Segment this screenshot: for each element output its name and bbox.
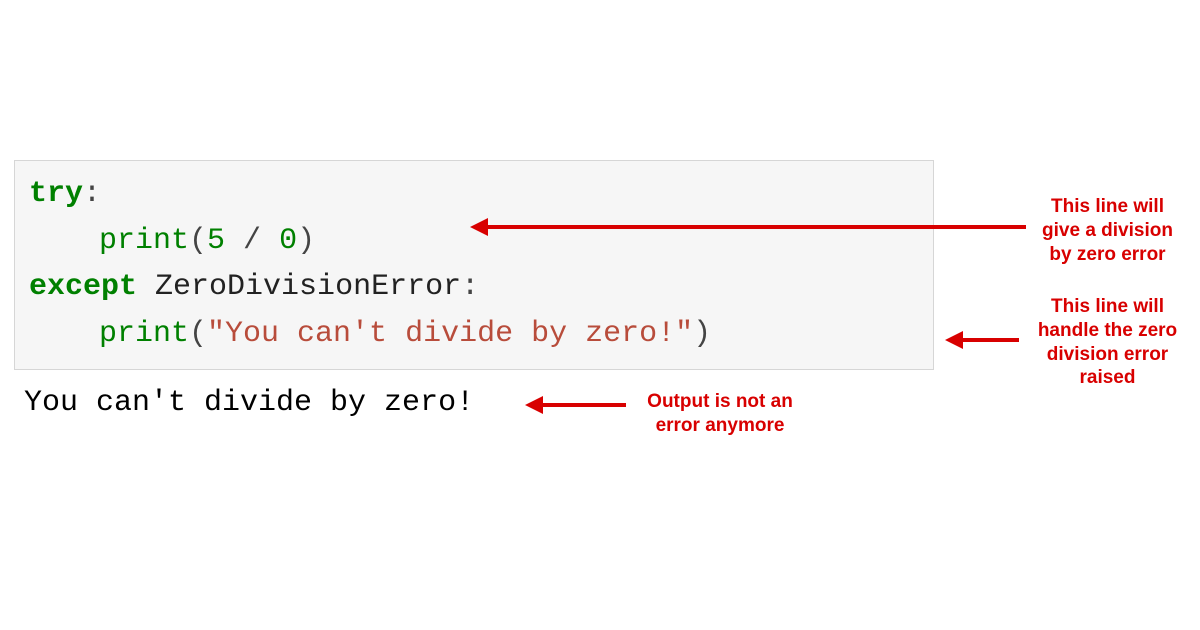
- annotation-handle-error: This line will handle the zero division …: [1020, 295, 1195, 390]
- paren-open: (: [189, 317, 207, 351]
- code-line-4: print("You can't divide by zero!"): [29, 311, 919, 358]
- keyword-try: try: [29, 177, 83, 211]
- code-line-1: try:: [29, 171, 919, 218]
- exception-name: ZeroDivisionError: [137, 270, 461, 304]
- fn-print: print: [99, 224, 189, 258]
- literal-0: 0: [279, 224, 297, 258]
- paren-close: ): [693, 317, 711, 351]
- output-text: You can't divide by zero!: [24, 386, 474, 420]
- paren-close: ): [297, 224, 315, 258]
- colon: :: [83, 177, 101, 211]
- paren-open: (: [189, 224, 207, 258]
- code-block: try: print(5 / 0) except ZeroDivisionErr…: [14, 160, 934, 370]
- string-literal: "You can't divide by zero!": [207, 317, 693, 351]
- colon: :: [461, 270, 479, 304]
- operator-div: /: [225, 224, 279, 258]
- code-line-3: except ZeroDivisionError:: [29, 264, 919, 311]
- fn-print: print: [99, 317, 189, 351]
- literal-5: 5: [207, 224, 225, 258]
- annotation-output: Output is not an error anymore: [630, 390, 810, 438]
- keyword-except: except: [29, 270, 137, 304]
- annotation-division-error: This line will give a division by zero e…: [1030, 195, 1185, 266]
